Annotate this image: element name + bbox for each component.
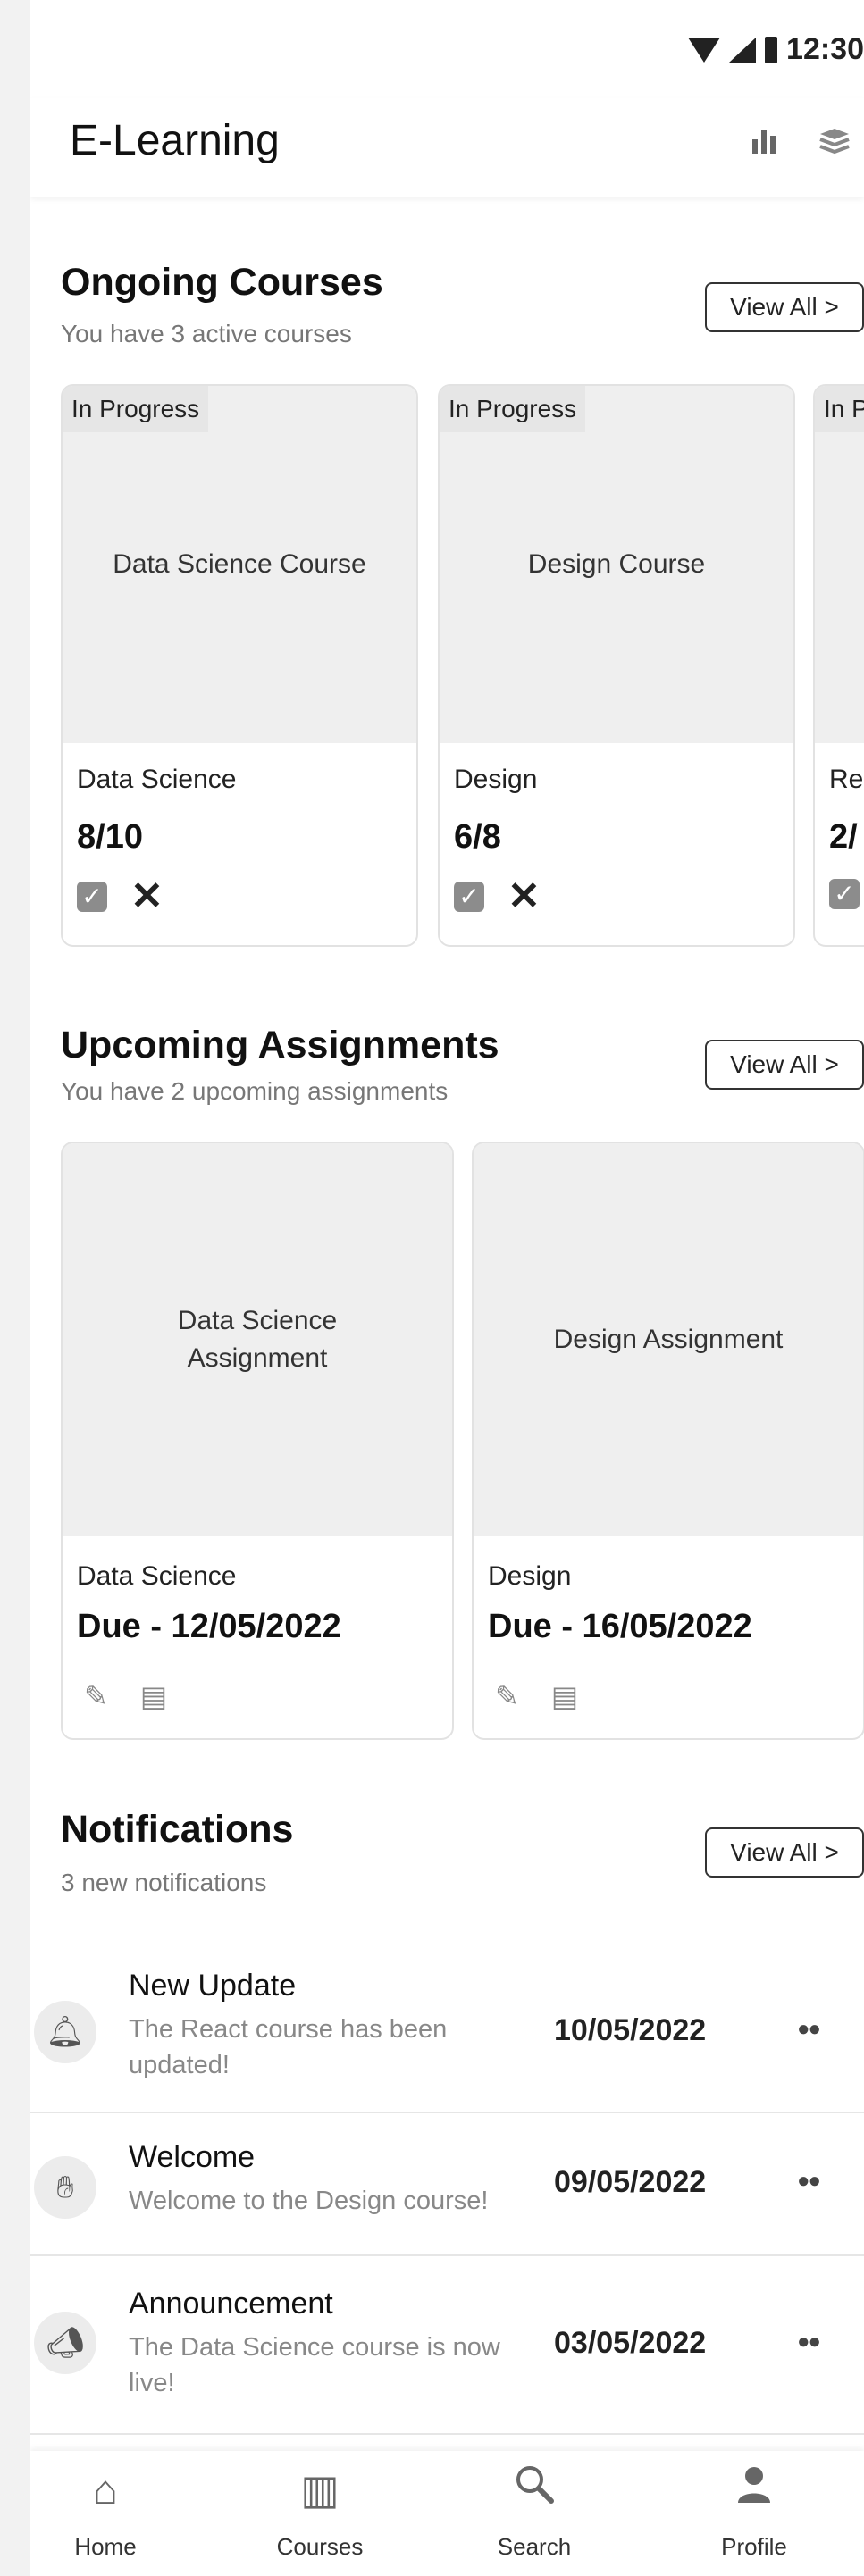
status-badge: In Progress (63, 386, 209, 432)
status-badge: In Progress (440, 386, 586, 432)
app-bar: E-Learning (30, 98, 864, 197)
assignment-category: Data Science (77, 1561, 237, 1591)
status-badge: In P (815, 386, 864, 432)
course-card[interactable]: In P Re 2/ ✓ (813, 384, 864, 947)
notifications-title: Notifications (61, 1808, 294, 1851)
notification-date: 03/05/2022 (554, 2326, 707, 2360)
ongoing-courses-subtitle: You have 3 active courses (61, 320, 352, 347)
course-category: Re (829, 765, 864, 794)
home-icon: ⌂ (93, 2466, 118, 2513)
megaphone-icon: 📣︎ (34, 2312, 96, 2374)
nav-item-search[interactable]: Search (472, 2463, 597, 2561)
pencil-icon[interactable]: ✎ (495, 1679, 519, 1713)
nav-item-courses[interactable]: ▥ Courses (257, 2463, 382, 2561)
course-card[interactable]: Design Course In Progress Design 6/8 ✓ ✕ (438, 384, 795, 947)
device-frame: 12:30 E-Learning Ongoing Courses You hav… (0, 0, 864, 2576)
ongoing-view-all-button[interactable]: View All > (705, 282, 864, 332)
stack-icon[interactable] (817, 125, 852, 163)
status-time: 12:30 (786, 32, 864, 66)
bell-icon: 🔔︎ (34, 2001, 96, 2063)
notification-message: Welcome to the Design course! (129, 2187, 489, 2215)
search-icon (472, 2463, 597, 2515)
assignments-subtitle: You have 2 upcoming assignments (61, 1077, 449, 1105)
nav-label: Search (497, 2533, 572, 2560)
profile-icon (692, 2463, 817, 2515)
eyes-icon[interactable]: ●● (797, 2017, 821, 2042)
notification-title: Welcome (129, 2140, 256, 2174)
waving-hand-icon: ✋︎ (34, 2156, 96, 2219)
pencil-icon[interactable]: ✎ (84, 1679, 108, 1713)
notifications-view-all-button[interactable]: View All > (705, 1827, 864, 1878)
status-bar: 12:30 (30, 0, 864, 98)
check-icon[interactable]: ✓ (454, 882, 484, 912)
course-image: Data Science Course (63, 386, 416, 743)
eyes-icon[interactable]: ●● (797, 2169, 821, 2194)
notification-date: 09/05/2022 (554, 2165, 707, 2199)
app-title: E-Learning (70, 117, 280, 164)
nav-item-home[interactable]: ⌂ Home (43, 2463, 168, 2561)
battery-icon (765, 36, 778, 63)
assignment-image: Design Assignment (474, 1143, 863, 1536)
ongoing-courses-title: Ongoing Courses (61, 261, 383, 304)
notification-date: 10/05/2022 (554, 2013, 707, 2047)
notification-message: The React course has been updated! (129, 2015, 448, 2079)
assignment-image: Data Science Assignment (63, 1143, 452, 1536)
notification-message: The Data Science course is now live! (129, 2333, 500, 2397)
notification-item[interactable]: 🔔︎ New Update The React course has been … (30, 1953, 864, 2113)
assignment-card[interactable]: Data Science Assignment Data Science Due… (61, 1142, 454, 1740)
close-icon[interactable]: ✕ (130, 877, 164, 916)
course-card[interactable]: Data Science Course In Progress Data Sci… (61, 384, 418, 947)
bottom-navigation: ⌂ Home ▥ Courses Search Profile (30, 2451, 864, 2576)
assignments-title: Upcoming Assignments (61, 1024, 499, 1066)
app-screen: 12:30 E-Learning Ongoing Courses You hav… (30, 0, 864, 2576)
bar-chart-icon[interactable] (749, 125, 779, 163)
assignments-view-all-button[interactable]: View All > (705, 1040, 864, 1090)
notepad-icon[interactable]: ▤ (140, 1679, 167, 1713)
book-icon: ▥ (300, 2466, 340, 2513)
nav-label: Profile (721, 2533, 787, 2560)
course-progress: 8/10 (77, 818, 143, 856)
assignment-due-date: Due - 12/05/2022 (77, 1608, 341, 1645)
assignment-category: Design (488, 1561, 572, 1591)
close-icon[interactable]: ✕ (507, 877, 541, 916)
check-icon[interactable]: ✓ (829, 879, 860, 909)
assignment-due-date: Due - 16/05/2022 (488, 1608, 752, 1645)
status-icons: 12:30 (688, 32, 864, 67)
notepad-icon[interactable]: ▤ (551, 1679, 578, 1713)
course-category: Data Science (77, 765, 237, 794)
wifi-icon (688, 37, 721, 63)
course-progress: 6/8 (454, 818, 501, 856)
notification-item[interactable]: 📣︎ Announcement The Data Science course … (30, 2256, 864, 2435)
notification-title: Announcement (129, 2287, 333, 2321)
course-category: Design (454, 765, 538, 794)
course-progress: 2/ (829, 818, 858, 856)
nav-label: Home (74, 2533, 137, 2560)
nav-label: Courses (276, 2533, 364, 2560)
eyes-icon[interactable]: ●● (797, 2329, 821, 2354)
nav-item-profile[interactable]: Profile (692, 2463, 817, 2561)
check-icon[interactable]: ✓ (77, 882, 107, 912)
notification-item[interactable]: ✋︎ Welcome Welcome to the Design course!… (30, 2113, 864, 2256)
course-image: Design Course (440, 386, 793, 743)
notification-title: New Update (129, 1969, 297, 2003)
signal-icon (729, 37, 757, 63)
assignment-card[interactable]: Design Assignment Design Due - 16/05/202… (472, 1142, 864, 1740)
notifications-subtitle: 3 new notifications (61, 1869, 267, 1896)
course-image (815, 386, 864, 743)
